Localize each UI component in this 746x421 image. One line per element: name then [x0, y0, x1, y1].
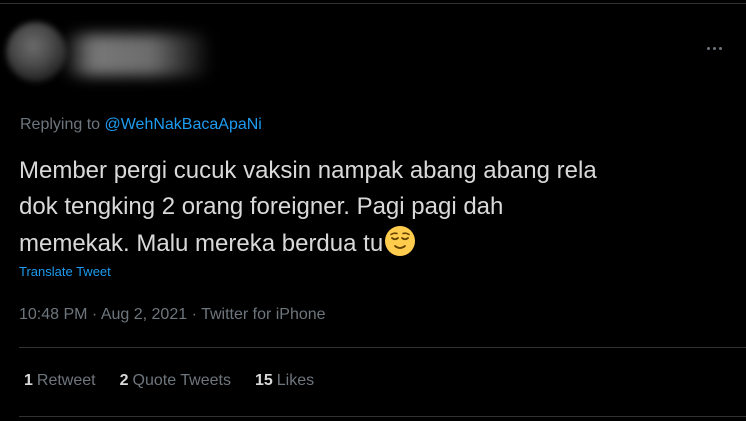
avatar[interactable]: [6, 22, 66, 82]
divider: [19, 347, 746, 348]
replying-to: Replying to @WehNakBacaApaNi: [20, 116, 262, 134]
tweet-text-line-3: memekak. Malu mereka berdua tu: [19, 230, 384, 257]
retweets-count: 1: [24, 372, 33, 389]
tweet-date[interactable]: Aug 2, 2021: [101, 306, 187, 323]
tweet-stats: 1 Retweet 2 Quote Tweets 15 Likes: [24, 372, 338, 390]
divider: [19, 416, 746, 417]
top-divider: [0, 3, 746, 4]
tweet-source-link[interactable]: Twitter for iPhone: [201, 306, 326, 323]
more-options-button[interactable]: [696, 34, 732, 62]
retweets-label: Retweet: [36, 372, 96, 389]
replying-prefix: Replying to: [20, 116, 105, 133]
tweet-time[interactable]: 10:48 PM: [19, 306, 87, 323]
more-horizontal-icon: [705, 46, 723, 50]
tweet-text-line-1: Member pergi cucuk vaksin nampak abang a…: [19, 157, 597, 184]
tweet-text: Member pergi cucuk vaksin nampak abang a…: [19, 153, 734, 262]
quote-tweets-count: 2: [119, 372, 129, 389]
tweet-detail: Replying to @WehNakBacaApaNi Member perg…: [0, 0, 746, 421]
likes-label: Likes: [276, 372, 315, 389]
likes-count: 15: [254, 372, 273, 389]
meta-separator: ·: [87, 306, 101, 323]
quote-tweets-stat[interactable]: 2 Quote Tweets: [120, 372, 231, 390]
translate-tweet-link[interactable]: Translate Tweet: [19, 264, 111, 279]
author-name-blurred[interactable]: [62, 34, 212, 76]
replying-handle-link[interactable]: @WehNakBacaApaNi: [105, 116, 262, 133]
tweet-metadata: 10:48 PM · Aug 2, 2021 · Twitter for iPh…: [19, 306, 326, 324]
relieved-face-emoji: [385, 226, 416, 256]
likes-stat[interactable]: 15 Likes: [255, 372, 314, 390]
quote-tweets-label: Quote Tweets: [132, 372, 231, 389]
tweet-text-line-2: dok tengking 2 orang foreigner. Pagi pag…: [19, 193, 504, 220]
meta-separator: ·: [187, 306, 202, 323]
retweets-stat[interactable]: 1 Retweet: [24, 372, 96, 390]
